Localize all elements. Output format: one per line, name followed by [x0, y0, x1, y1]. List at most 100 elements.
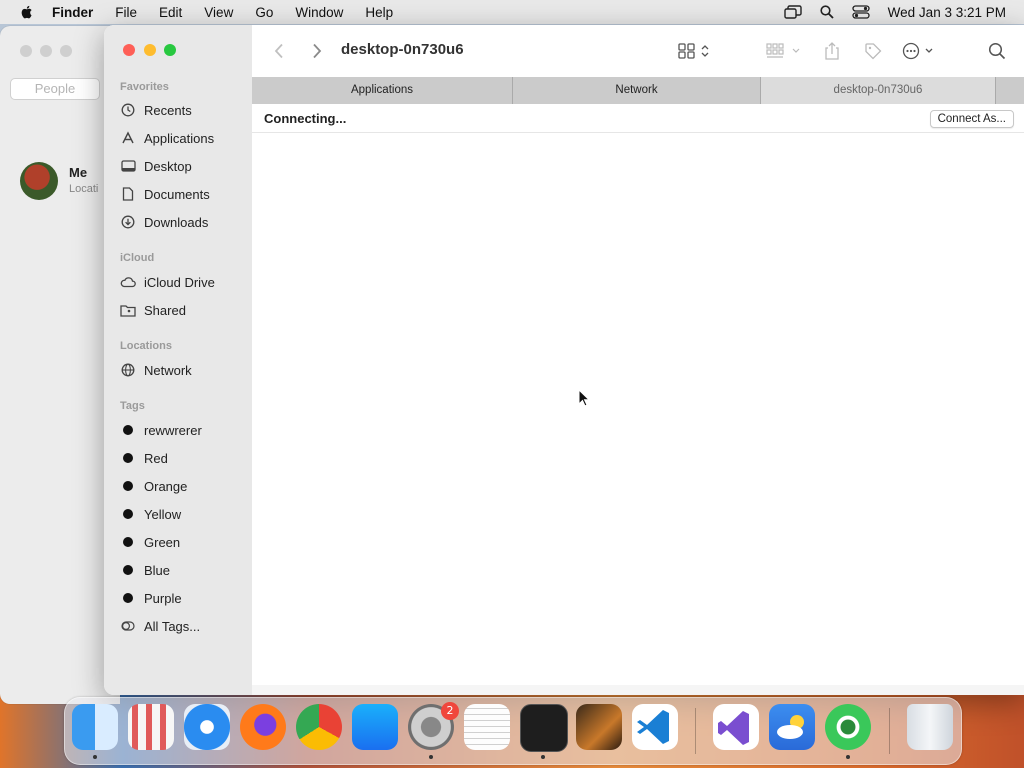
tag-dot-icon: [123, 509, 133, 519]
more-actions-icon[interactable]: [902, 41, 936, 61]
connect-as-button[interactable]: Connect As...: [929, 110, 1014, 128]
dock-trash-icon[interactable]: [907, 704, 953, 750]
tab-desktop-0n730u6[interactable]: desktop-0n730u6: [761, 77, 996, 104]
search-icon[interactable]: [988, 41, 1006, 61]
tag-dot-icon: [123, 425, 133, 435]
dock-separator: [695, 708, 696, 754]
tag-dot-icon: [123, 565, 133, 575]
back-chevron-icon[interactable]: [274, 41, 284, 61]
apple-menu-icon[interactable]: [19, 4, 35, 20]
dock-textedit-icon[interactable]: [464, 704, 510, 750]
document-icon: [120, 186, 136, 202]
sidebar-item-label: Network: [144, 362, 192, 378]
dock-find-my-icon[interactable]: [825, 704, 871, 750]
path-tab-bar: Applications Network desktop-0n730u6: [252, 77, 1024, 104]
contacts-search-field[interactable]: People: [10, 78, 100, 100]
dock-firefox-icon[interactable]: [240, 704, 286, 750]
contacts-zoom-button[interactable]: [60, 45, 72, 57]
sidebar-item-label: Shared: [144, 302, 186, 318]
menu-file[interactable]: File: [115, 5, 137, 20]
sidebar-tag-blue[interactable]: Blue: [120, 560, 170, 580]
applications-icon: [120, 130, 136, 146]
tag-dot-icon: [123, 481, 133, 491]
close-button[interactable]: [123, 44, 135, 56]
sidebar-item-icloud-drive[interactable]: iCloud Drive: [120, 272, 215, 292]
dock-visual-studio-icon[interactable]: [713, 704, 759, 750]
tab-overflow: [996, 77, 1024, 104]
dock-app-store-icon[interactable]: [352, 704, 398, 750]
sidebar-item-desktop[interactable]: Desktop: [120, 156, 192, 176]
sidebar-item-downloads[interactable]: Downloads: [120, 212, 208, 232]
sidebar-item-documents[interactable]: Documents: [120, 184, 210, 204]
control-center-icon[interactable]: [852, 5, 870, 19]
menu-go[interactable]: Go: [255, 5, 273, 20]
contact-name[interactable]: Me: [69, 165, 87, 180]
mouse-cursor-icon: [578, 389, 590, 407]
dock-weather-icon[interactable]: [769, 704, 815, 750]
sidebar-item-applications[interactable]: Applications: [120, 128, 214, 148]
dock-running-indicator: [541, 755, 545, 759]
tags-header: Tags: [120, 400, 145, 412]
share-icon[interactable]: [824, 41, 840, 61]
minimize-button[interactable]: [144, 44, 156, 56]
sidebar-item-network[interactable]: Network: [120, 360, 192, 380]
sidebar-item-label: Purple: [144, 590, 182, 606]
sidebar-tag-orange[interactable]: Orange: [120, 476, 187, 496]
group-by-icon[interactable]: [766, 41, 802, 61]
sidebar-item-label: Red: [144, 450, 168, 466]
menu-help[interactable]: Help: [365, 5, 393, 20]
dock-terminal-icon[interactable]: [520, 704, 568, 752]
tag-icon[interactable]: [864, 41, 882, 61]
globe-icon: [120, 362, 136, 378]
content-footer: [252, 685, 1024, 695]
shared-folder-icon: [120, 302, 136, 318]
menu-app-name[interactable]: Finder: [52, 5, 93, 20]
dock-chrome-icon[interactable]: [296, 704, 342, 750]
file-browser-content[interactable]: [252, 133, 1024, 695]
spotlight-search-icon[interactable]: [820, 5, 834, 19]
cloud-icon: [120, 274, 136, 290]
sidebar-item-recents[interactable]: Recents: [120, 100, 192, 120]
dock-finder-icon[interactable]: [72, 704, 118, 750]
contacts-window: People Me Locati: [0, 26, 120, 704]
sidebar-tag-yellow[interactable]: Yellow: [120, 504, 181, 524]
contacts-close-button[interactable]: [20, 45, 32, 57]
menu-edit[interactable]: Edit: [159, 5, 182, 20]
dock-safari-icon[interactable]: [184, 704, 230, 750]
sidebar-all-tags[interactable]: All Tags...: [120, 616, 200, 636]
menu-clock[interactable]: Wed Jan 3 3:21 PM: [888, 5, 1006, 20]
finder-window: Favorites Recents Applications Desktop D…: [104, 25, 1024, 695]
screen-mirroring-icon[interactable]: [783, 5, 802, 19]
tag-dot-icon: [123, 537, 133, 547]
sidebar-item-label: Applications: [144, 130, 215, 146]
menu-window[interactable]: Window: [295, 5, 343, 20]
sidebar-item-label: Orange: [144, 478, 188, 494]
tag-dot-icon: [123, 593, 133, 603]
avatar[interactable]: [20, 162, 58, 200]
tab-network[interactable]: Network: [513, 77, 761, 104]
sidebar-tag-purple[interactable]: Purple: [120, 588, 182, 608]
dock-running-indicator: [429, 755, 433, 759]
sidebar-item-label: iCloud Drive: [144, 274, 215, 290]
finder-toolbar: desktop-0n730u6: [252, 25, 1024, 78]
dock: [64, 697, 962, 765]
sidebar-item-label: Yellow: [144, 506, 182, 522]
sidebar-tag-green[interactable]: Green: [120, 532, 180, 552]
sidebar-item-shared[interactable]: Shared: [120, 300, 186, 320]
menu-bar: Finder File Edit View Go Window Help Wed…: [0, 0, 1024, 24]
window-title: desktop-0n730u6: [341, 41, 464, 58]
zoom-button[interactable]: [164, 44, 176, 56]
all-tags-icon: [120, 618, 136, 634]
forward-chevron-icon[interactable]: [312, 41, 322, 61]
sidebar-item-label: Recents: [144, 102, 192, 118]
dock-launchpad-icon[interactable]: [128, 704, 174, 750]
connection-status-bar: Connecting... Connect As...: [252, 104, 1024, 133]
sidebar-tag-rewwrerer[interactable]: rewwrerer: [120, 420, 202, 440]
sidebar-tag-red[interactable]: Red: [120, 448, 168, 468]
tab-applications[interactable]: Applications: [252, 77, 513, 104]
dock-vscode-icon[interactable]: [632, 704, 678, 750]
view-grid-icon[interactable]: [678, 41, 712, 61]
dock-garageband-icon[interactable]: [576, 704, 622, 750]
contacts-minimize-button[interactable]: [40, 45, 52, 57]
menu-view[interactable]: View: [204, 5, 233, 20]
